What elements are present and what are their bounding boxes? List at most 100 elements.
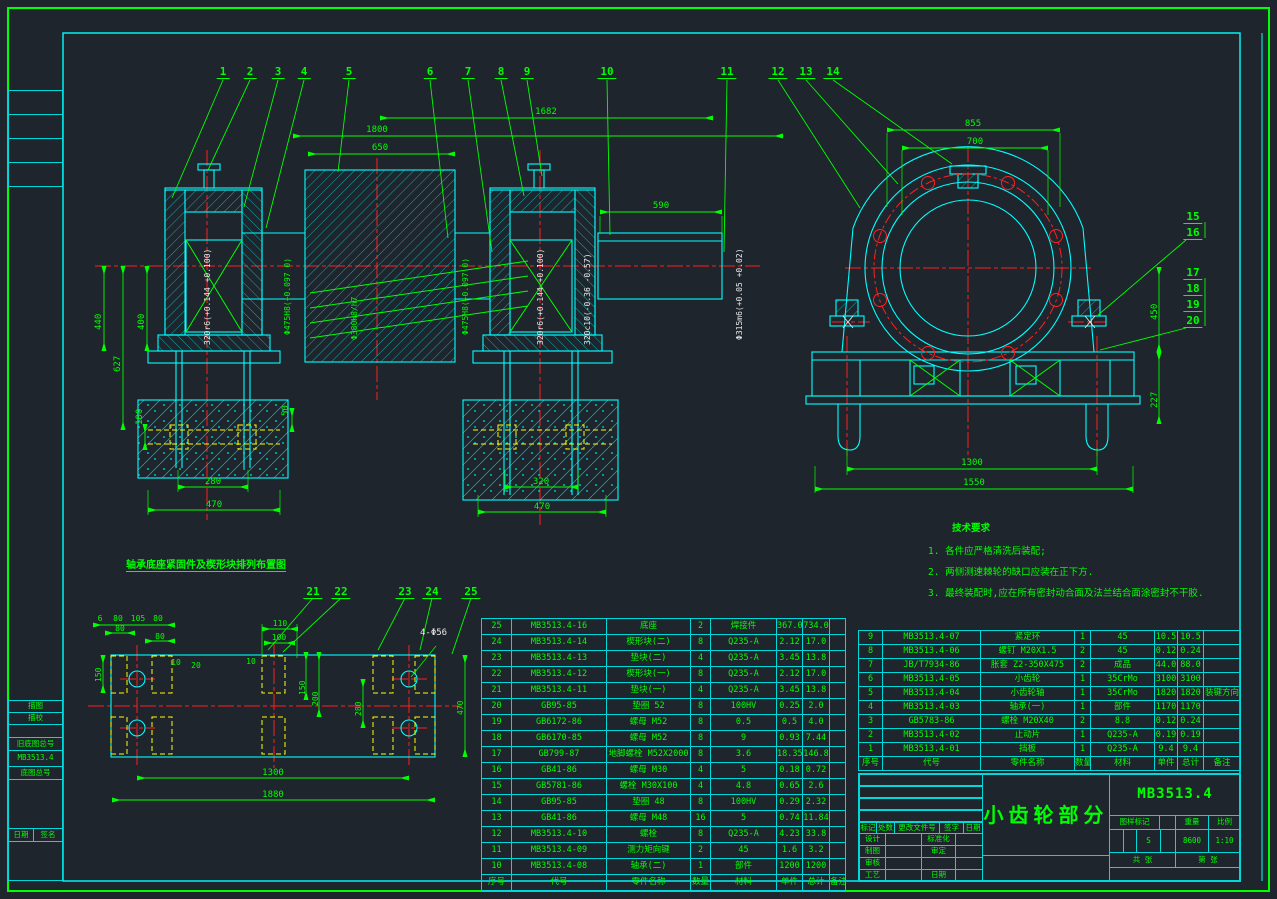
- cell-name: 轴承(一): [980, 700, 1075, 715]
- cell-qty: 2: [1074, 714, 1091, 729]
- cell-code: MB3513.4-11: [511, 682, 607, 699]
- margin-old-no: MB3513.4: [8, 750, 63, 767]
- dim-280-plan: 280: [354, 701, 363, 716]
- balloon-4: 4: [297, 65, 311, 79]
- dim-10a: 10: [171, 658, 181, 667]
- cell-unit: 18.35: [776, 746, 803, 763]
- balloon-1: 1: [216, 65, 230, 79]
- cell-rem: [829, 730, 846, 747]
- cell-name: 螺钉 M20X1.5: [980, 644, 1075, 659]
- cell-mat: Q235-A: [1090, 742, 1155, 757]
- cell-mat: 0.5: [710, 714, 777, 731]
- dim-6: 6: [97, 614, 103, 623]
- cell-unit: 1.6: [776, 842, 803, 859]
- cell-qty: 1: [1074, 728, 1091, 743]
- bom-right-row: 1 MB3513.4-01 挡板 1 Q235-A 9.4 9.4: [858, 742, 1241, 757]
- bom-left-row: 24 MB3513.4-14 楔形块(二) 8 Q235-A 2.12 17.0: [481, 634, 846, 651]
- cell-total: 3100: [1177, 672, 1204, 687]
- balloon-17: 17: [1183, 266, 1203, 280]
- margin-old-no-label: 旧底图总号: [8, 737, 63, 751]
- dim-80b: 80: [153, 614, 163, 623]
- dim-10b: 10: [246, 657, 256, 666]
- balloon-16: 16: [1183, 226, 1203, 240]
- hdr-code: 代号: [511, 874, 607, 891]
- cell-mat: 9: [710, 730, 777, 747]
- cell-no: 20: [481, 698, 512, 715]
- cell-mat: Q235-A: [710, 634, 777, 651]
- cell-qty: 16: [690, 810, 711, 827]
- cell-unit: 0.65: [776, 778, 803, 795]
- cell-mat: Q235-A: [1090, 728, 1155, 743]
- cell-total: 1200: [802, 858, 830, 875]
- dim-80c: 80: [115, 624, 125, 633]
- cell-rem: [829, 682, 846, 699]
- bom-right-row: 8 MB3513.4-06 螺钉 M20X1.5 2 45 0.12 0.24: [858, 644, 1241, 659]
- sheets-total: 共 张: [1109, 852, 1176, 868]
- cell-qty: 4: [690, 778, 711, 795]
- cell-total: 17.0: [802, 634, 830, 651]
- cell-no: 4: [858, 700, 883, 715]
- hdr-rem: 备注: [1203, 756, 1241, 771]
- fit-380: Φ380H8/h7: [350, 296, 359, 340]
- bom-left-row: 21 MB3513.4-11 垫块(一) 4 Q235-A 3.45 13.8: [481, 682, 846, 699]
- margin-no-label: 底图总号: [8, 766, 63, 780]
- dim-1550: 1550: [963, 478, 985, 488]
- cell-qty: 8: [690, 714, 711, 731]
- cell-rem: [829, 842, 846, 859]
- cell-qty: 8: [690, 698, 711, 715]
- cell-rem: [829, 714, 846, 731]
- cell-mat: 3.6: [710, 746, 777, 763]
- cell-mat: 4.8: [710, 778, 777, 795]
- cell-mat: 成品: [1090, 658, 1155, 673]
- cell-rem: [1203, 742, 1241, 757]
- dim-1682: 1682: [535, 107, 557, 117]
- cell-name: 楔形块(二): [606, 634, 691, 651]
- margin-date-label: 日期: [8, 828, 34, 842]
- tech-note-2: 2. 两侧测速棘轮的缺口应装在正下方.: [928, 567, 1094, 578]
- cell-total: 4.0: [802, 714, 830, 731]
- bom-left-row: 23 MB3513.4-13 垫块(二) 4 Q235-A 3.45 13.8: [481, 650, 846, 667]
- dim-1880: 1880: [262, 790, 284, 800]
- cell-total: 1170: [1177, 700, 1204, 715]
- cell-no: 16: [481, 762, 512, 779]
- mark-label: 图样标记: [1109, 815, 1160, 830]
- cell-rem: [829, 810, 846, 827]
- dim-150a: 150: [94, 667, 103, 682]
- cell-qty: 2: [690, 618, 711, 635]
- balloon-22: 22: [331, 585, 351, 599]
- hdr-name: 零件名称: [606, 874, 691, 891]
- cell-qty: 4: [690, 682, 711, 699]
- balloon-10: 10: [597, 65, 617, 79]
- bom-right-row: 3 GB5783-86 螺栓 M20X40 2 8.8 0.12 0.24: [858, 714, 1241, 729]
- balloon-12: 12: [768, 65, 788, 79]
- cell-rem: [1203, 658, 1241, 673]
- cell-name: 垫块(一): [606, 682, 691, 699]
- cad-drawing-canvas: 1 2 3 4 5 6 7 8 9 10 11 12 13 14 15 16 1…: [0, 0, 1277, 899]
- cell-qty: 1: [1074, 630, 1091, 645]
- balloon-6: 6: [423, 65, 437, 79]
- dim-20: 20: [191, 661, 201, 670]
- cell-code: GB41-86: [511, 810, 607, 827]
- hdr-no: 序号: [481, 874, 512, 891]
- cell-name: 螺栓 M30X100: [606, 778, 691, 795]
- bom-left-row: 13 GB41-86 螺母 M48 16 5 0.74 11.84: [481, 810, 846, 827]
- cell-qty: 4: [690, 650, 711, 667]
- bom-right-row: 4 MB3513.4-03 轴承(一) 1 部件 1170 1170: [858, 700, 1241, 715]
- cell-rem: [829, 650, 846, 667]
- hdr-total: 总计: [1177, 756, 1204, 771]
- fit-475-left: Φ475H8(+0.097 0): [283, 257, 292, 335]
- hdr-unit: 单件: [776, 874, 803, 891]
- cell-code: GB799-87: [511, 746, 607, 763]
- balloon-18: 18: [1183, 282, 1203, 296]
- cell-code: MB3513.4-08: [511, 858, 607, 875]
- cell-no: 17: [481, 746, 512, 763]
- dim-1300-right: 1300: [961, 458, 983, 468]
- cell-mat: Q235-A: [710, 666, 777, 683]
- bearing-housing-view: [805, 146, 1141, 451]
- fit-475-right: Φ475H8(+0.097 0): [461, 257, 470, 335]
- dim-80d: 80: [155, 632, 165, 641]
- bom-left-row: 16 GB41-86 螺母 M30 4 5 0.18 0.72: [481, 762, 846, 779]
- cell-mat: 100HV: [710, 794, 777, 811]
- cell-code: MB3513.4-01: [882, 742, 981, 757]
- dim-470-right: 470: [533, 502, 551, 512]
